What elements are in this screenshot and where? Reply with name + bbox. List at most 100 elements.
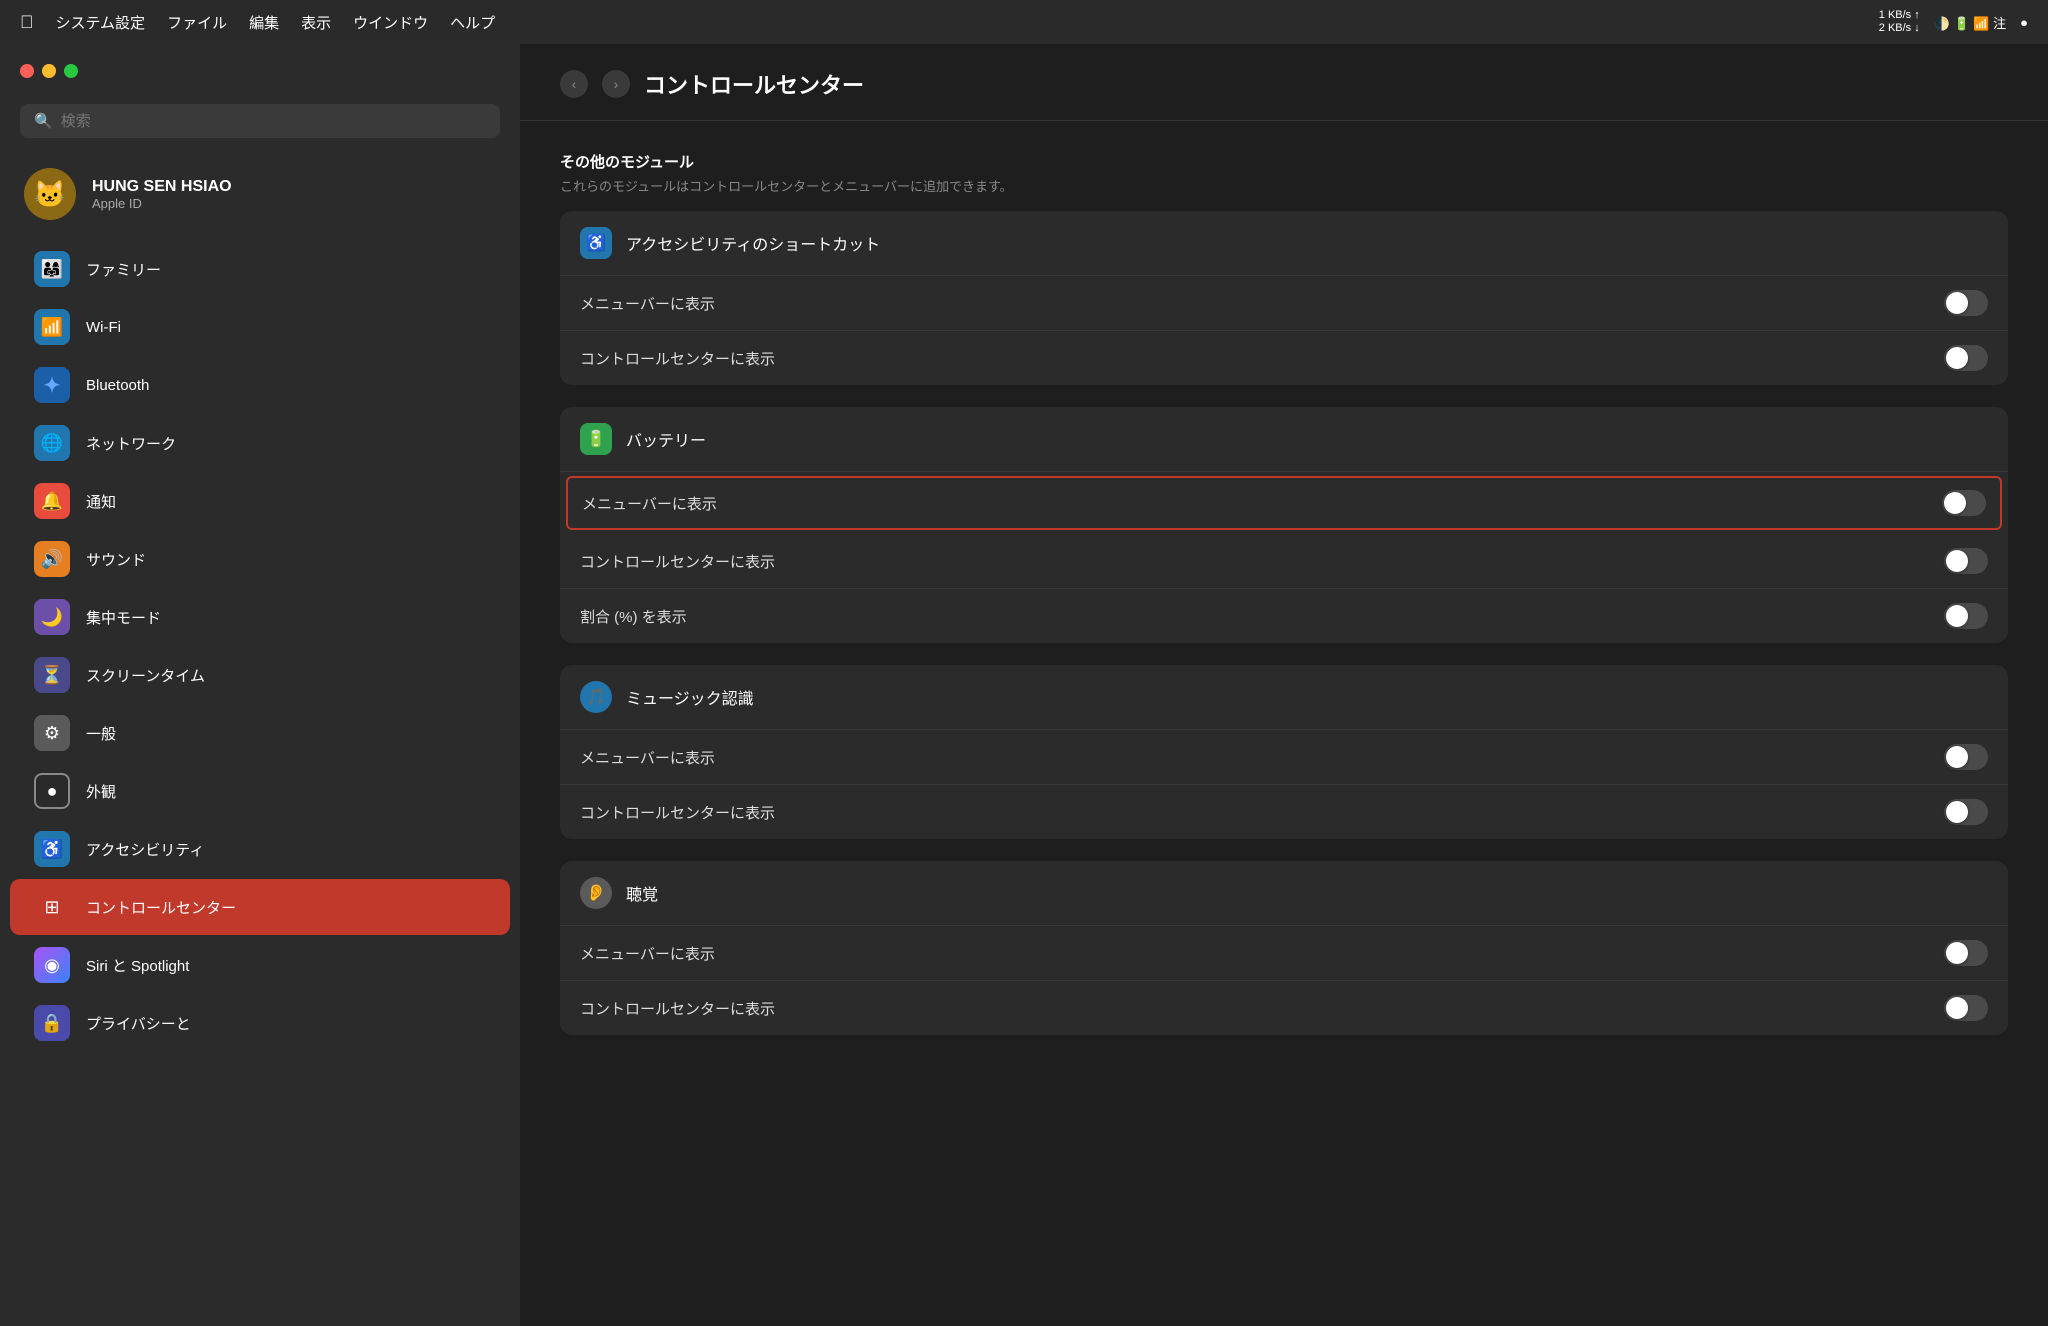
hearing-control-row: コントロールセンターに表示 <box>560 981 2008 1035</box>
close-button[interactable] <box>20 64 34 78</box>
family-icon: 👨‍👩‍👧 <box>34 251 70 287</box>
accessibility-control-row: コントロールセンターに表示 <box>560 331 2008 385</box>
sidebar-item-bluetooth[interactable]: ✦ Bluetooth <box>10 357 510 413</box>
sidebar-label-focus: 集中モード <box>86 607 161 628</box>
search-icon: 🔍 <box>34 112 53 130</box>
sidebar-label-accessibility: アクセシビリティ <box>86 839 204 860</box>
accessibility-menubar-toggle[interactable] <box>1944 290 1988 316</box>
accessibility-menubar-row: メニューバーに表示 <box>560 276 2008 331</box>
music-control-toggle[interactable] <box>1944 799 1988 825</box>
sidebar-item-family[interactable]: 👨‍👩‍👧 ファミリー <box>10 241 510 297</box>
accessibility-icon: ♿ <box>34 831 70 867</box>
menubar-view[interactable]: 表示 <box>301 12 331 33</box>
sidebar-item-wifi[interactable]: 📶 Wi-Fi <box>10 299 510 355</box>
bluetooth-icon: ✦ <box>34 367 70 403</box>
sidebar-label-controlcenter: コントロールセンター <box>86 897 236 918</box>
battery-card: 🔋 バッテリー メニューバーに表示 コントロールセンターに表示 割合 (%) を… <box>560 407 2008 643</box>
privacy-icon: 🔒 <box>34 1005 70 1041</box>
menubar-file[interactable]: ファイル <box>167 12 227 33</box>
traffic-lights <box>0 64 520 94</box>
apple-menu[interactable]:  <box>20 12 34 33</box>
menubar-help[interactable]: ヘルプ <box>450 12 495 33</box>
accessibility-shortcut-header: ♿ アクセシビリティのショートカット <box>560 211 2008 276</box>
menubar-right: 1 KB/s ↑2 KB/s ↓ 🌓 🔋 📶 注 ● <box>1879 9 2028 35</box>
accessibility-control-toggle[interactable] <box>1944 345 1988 371</box>
user-profile[interactable]: 🐱 HUNG SEN HSIAO Apple ID <box>0 158 520 230</box>
menubar-time: ● <box>2020 15 2028 30</box>
battery-header: 🔋 バッテリー <box>560 407 2008 472</box>
battery-title: バッテリー <box>626 427 706 451</box>
sidebar-label-siri: Siri と Spotlight <box>86 955 189 976</box>
hearing-menubar-label: メニューバーに表示 <box>580 943 715 964</box>
accessibility-menubar-label: メニューバーに表示 <box>580 293 715 314</box>
page-title: コントロールセンター <box>644 68 864 100</box>
sidebar-label-sound: サウンド <box>86 549 146 570</box>
sidebar-item-accessibility[interactable]: ♿ アクセシビリティ <box>10 821 510 877</box>
forward-button[interactable]: › <box>602 70 630 98</box>
maximize-button[interactable] <box>64 64 78 78</box>
sidebar-item-screentime[interactable]: ⏳ スクリーンタイム <box>10 647 510 703</box>
menubar-system-settings[interactable]: システム設定 <box>56 12 146 33</box>
search-input[interactable] <box>61 113 486 130</box>
battery-menubar-toggle[interactable] <box>1942 490 1986 516</box>
hearing-control-toggle[interactable] <box>1944 995 1988 1021</box>
menubar-left:  システム設定 ファイル 編集 表示 ウインドウ ヘルプ <box>20 12 495 33</box>
accessibility-control-label: コントロールセンターに表示 <box>580 348 775 369</box>
sidebar-item-focus[interactable]: 🌙 集中モード <box>10 589 510 645</box>
sidebar-item-network[interactable]: 🌐 ネットワーク <box>10 415 510 471</box>
search-bar[interactable]: 🔍 <box>20 104 500 138</box>
hearing-menubar-toggle[interactable] <box>1944 940 1988 966</box>
sidebar: 🔍 🐱 HUNG SEN HSIAO Apple ID 👨‍👩‍👧 ファミリー … <box>0 44 520 1326</box>
sidebar-item-notification[interactable]: 🔔 通知 <box>10 473 510 529</box>
menubar-edit[interactable]: 編集 <box>249 12 279 33</box>
sidebar-item-controlcenter[interactable]: ⊞ コントロールセンター <box>10 879 510 935</box>
content-body: その他のモジュール これらのモジュールはコントロールセンターとメニューバーに追加… <box>520 121 2048 1087</box>
sidebar-item-sound[interactable]: 🔊 サウンド <box>10 531 510 587</box>
sidebar-label-privacy: プライバシーと <box>86 1013 191 1034</box>
music-recognition-header: 🎵 ミュージック認識 <box>560 665 2008 730</box>
hearing-control-label: コントロールセンターに表示 <box>580 998 775 1019</box>
section-other-header: その他のモジュール これらのモジュールはコントロールセンターとメニューバーに追加… <box>560 151 2008 195</box>
battery-percent-row: 割合 (%) を表示 <box>560 589 2008 643</box>
siri-icon: ◉ <box>34 947 70 983</box>
music-recognition-icon: 🎵 <box>580 681 612 713</box>
music-control-row: コントロールセンターに表示 <box>560 785 2008 839</box>
sidebar-item-siri[interactable]: ◉ Siri と Spotlight <box>10 937 510 993</box>
minimize-button[interactable] <box>42 64 56 78</box>
accessibility-shortcut-title: アクセシビリティのショートカット <box>626 231 880 255</box>
content-header: ‹ › コントロールセンター <box>520 44 2048 121</box>
controlcenter-icon: ⊞ <box>34 889 70 925</box>
music-recognition-card: 🎵 ミュージック認識 メニューバーに表示 コントロールセンターに表示 <box>560 665 2008 839</box>
sidebar-label-general: 一般 <box>86 723 116 744</box>
battery-percent-toggle[interactable] <box>1944 603 1988 629</box>
sidebar-label-network: ネットワーク <box>86 433 176 454</box>
battery-control-row: コントロールセンターに表示 <box>560 534 2008 589</box>
sidebar-label-family: ファミリー <box>86 259 161 280</box>
music-control-label: コントロールセンターに表示 <box>580 802 775 823</box>
music-recognition-title: ミュージック認識 <box>626 685 754 709</box>
hearing-title: 聴覚 <box>626 881 658 905</box>
menubar-window[interactable]: ウインドウ <box>353 12 428 33</box>
network-icon: 🌐 <box>34 425 70 461</box>
sidebar-label-wifi: Wi-Fi <box>86 319 121 336</box>
back-button[interactable]: ‹ <box>560 70 588 98</box>
sidebar-label-screentime: スクリーンタイム <box>86 665 205 686</box>
hearing-header: 👂 聴覚 <box>560 861 2008 926</box>
sidebar-item-privacy[interactable]: 🔒 プライバシーと <box>10 995 510 1051</box>
battery-control-toggle[interactable] <box>1944 548 1988 574</box>
sidebar-item-appearance[interactable]: ● 外観 <box>10 763 510 819</box>
battery-percent-label: 割合 (%) を表示 <box>580 606 687 627</box>
music-menubar-toggle[interactable] <box>1944 744 1988 770</box>
app-window: 🔍 🐱 HUNG SEN HSIAO Apple ID 👨‍👩‍👧 ファミリー … <box>0 44 2048 1326</box>
network-speed: 1 KB/s ↑2 KB/s ↓ <box>1879 9 1920 35</box>
menubar:  システム設定 ファイル 編集 表示 ウインドウ ヘルプ 1 KB/s ↑2 … <box>0 0 2048 44</box>
sidebar-item-general[interactable]: ⚙ 一般 <box>10 705 510 761</box>
screentime-icon: ⏳ <box>34 657 70 693</box>
music-menubar-label: メニューバーに表示 <box>580 747 715 768</box>
menubar-icons: 🌓 🔋 📶 注 <box>1934 13 2006 32</box>
user-info: HUNG SEN HSIAO Apple ID <box>92 178 232 211</box>
battery-control-label: コントロールセンターに表示 <box>580 551 775 572</box>
avatar: 🐱 <box>24 168 76 220</box>
sidebar-label-appearance: 外観 <box>86 781 116 802</box>
hearing-card: 👂 聴覚 メニューバーに表示 コントロールセンターに表示 <box>560 861 2008 1035</box>
